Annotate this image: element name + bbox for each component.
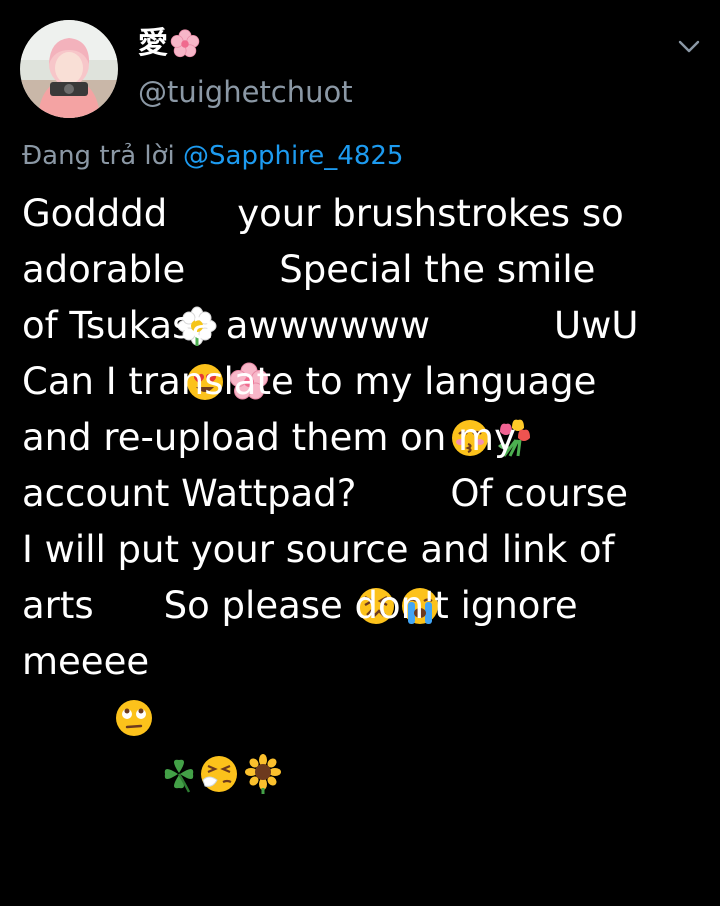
tweet-text-segment: of Tsukasa awwwwww [22, 304, 431, 347]
reply-prefix: Đang trả lời [22, 141, 184, 171]
more-options-button[interactable] [670, 30, 708, 64]
confounded-face-icon [356, 474, 396, 624]
reply-context: Đang trả lời @Sapphire_4825 [22, 139, 403, 173]
tweet-text-segment: your brushstrokes so [237, 192, 624, 235]
author-handle[interactable]: @tuighetchuot [138, 74, 353, 110]
tweet-text-segment: account Wattpad? [22, 472, 357, 515]
tweet-text-segment: Special the smile [279, 248, 596, 291]
reply-mention-link[interactable]: @Sapphire_4825 [183, 141, 403, 171]
tweet-line: and re-upload them on my [22, 410, 712, 466]
heart-eyes-icon [185, 250, 225, 400]
tweet-text-segment: Godddd [22, 192, 168, 235]
tweet-line: account Wattpad? Of course [22, 466, 712, 624]
sneezing-face-icon [199, 642, 239, 792]
avatar[interactable] [20, 20, 118, 118]
tweet-line: Godddd your brushstrokes so [22, 186, 712, 346]
tulip-bouquet-icon [494, 306, 534, 457]
tweet-line: Can I translate to my language [22, 354, 712, 410]
blossom-icon [177, 194, 217, 346]
tweet-line: arts So please don't ignore [22, 578, 712, 736]
tweet-line: of Tsukasa awwwwww UwU [22, 298, 712, 457]
tweet-text-segment: arts [22, 584, 94, 627]
tweet-text-segment: adorable [22, 248, 186, 291]
four-leaf-clover-icon [159, 642, 199, 793]
display-name-text: 愛 [138, 26, 168, 61]
tweet-line: adorable Special the smile [22, 242, 712, 400]
sunflower-icon [243, 642, 283, 794]
tweet-text: Godddd your brushstrokes so adorable Spe… [22, 186, 712, 794]
tweet-line: I will put your source and link of [22, 522, 712, 578]
cherry-blossom-icon [170, 29, 200, 59]
tweet-text-segment: Of course [450, 472, 628, 515]
tweet-text-segment: So please don't ignore [163, 584, 578, 627]
display-name[interactable]: 愛 [138, 26, 200, 62]
tweet-text-segment: I will put your source and link of [22, 528, 615, 571]
tweet-text-segment: meeee [22, 640, 150, 683]
tweet-text-segment: Can I translate to my language [22, 360, 597, 403]
chevron-down-icon [678, 40, 700, 53]
loudly-crying-face-icon [400, 474, 440, 624]
avatar-photo [20, 20, 118, 118]
kissing-closed-eyes-icon [450, 306, 490, 456]
rolling-eyes-face-icon [114, 586, 154, 736]
cherry-blossom-icon [229, 250, 269, 400]
tweet-text-segment: and re-upload them on my [22, 416, 516, 459]
tweet-text-segment: UwU [554, 304, 639, 347]
